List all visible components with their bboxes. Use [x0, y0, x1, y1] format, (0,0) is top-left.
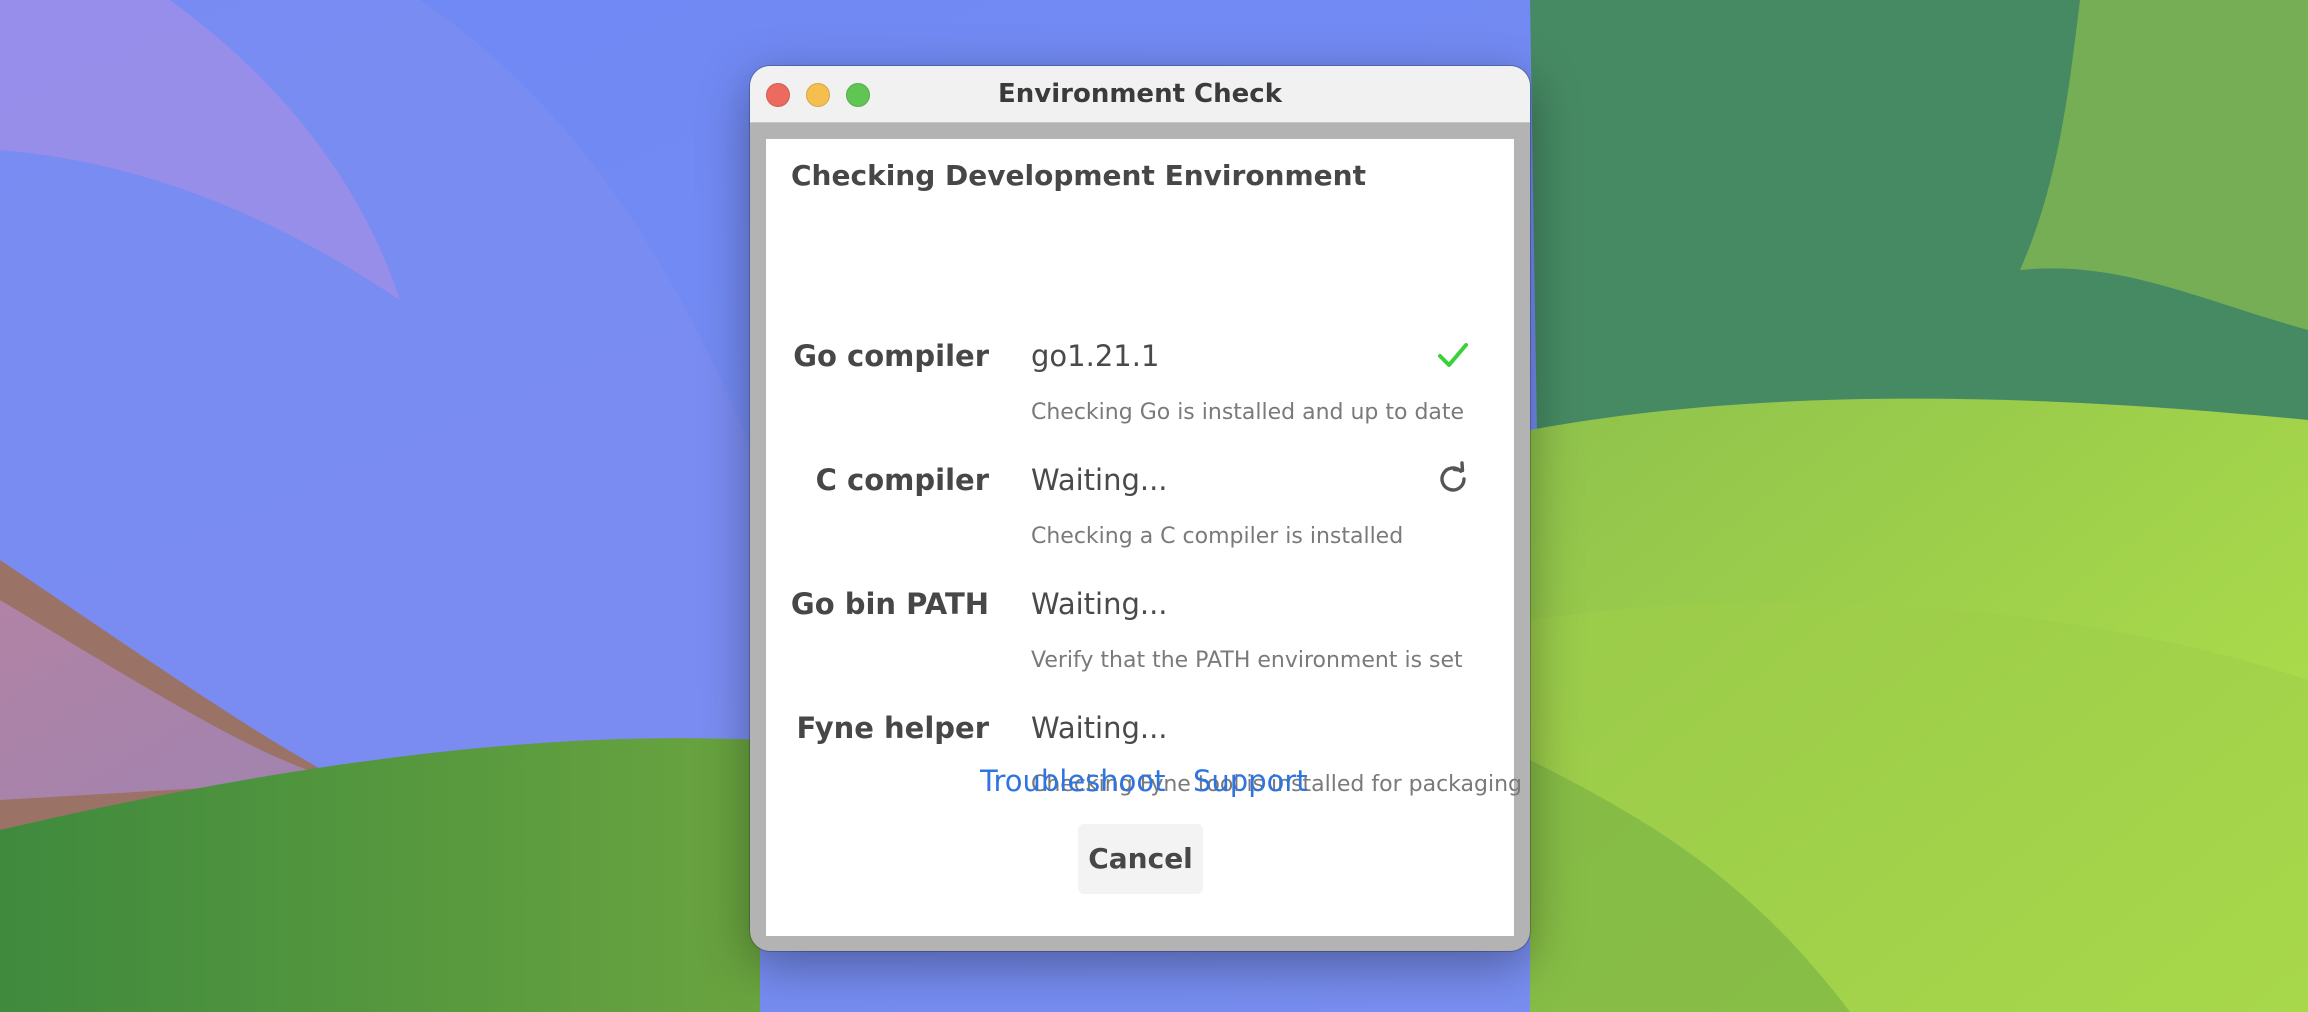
check-value-fyne-helper: Waiting...: [1031, 711, 1168, 745]
cancel-button[interactable]: Cancel: [1078, 824, 1203, 894]
support-link[interactable]: Support: [1193, 764, 1308, 798]
troubleshoot-link[interactable]: Troubleshoot: [980, 764, 1166, 798]
checkmark-icon: [1438, 343, 1468, 367]
check-label-c-compiler: C compiler: [815, 463, 989, 497]
check-description-c-compiler: Checking a C compiler is installed: [1031, 524, 1404, 549]
window-title: Environment Check: [998, 79, 1282, 109]
check-value-c-compiler: Waiting...: [1031, 463, 1168, 497]
check-description-go-bin-path: Verify that the PATH environment is set: [1031, 648, 1463, 673]
refresh-icon: [1440, 461, 1466, 492]
check-description-go-compiler: Checking Go is installed and up to date: [1031, 400, 1465, 425]
check-label-go-compiler: Go compiler: [793, 339, 989, 373]
environment-check-window: Environment Check Checking Development E…: [750, 66, 1530, 951]
check-value-go-compiler: go1.21.1: [1031, 339, 1160, 373]
check-label-fyne-helper: Fyne helper: [796, 711, 989, 745]
dialog-heading: Checking Development Environment: [791, 159, 1366, 192]
dialog-content: Checking Development Environment Go comp…: [766, 139, 1522, 936]
check-label-go-bin-path: Go bin PATH: [790, 587, 989, 621]
title-bar: Environment Check: [750, 66, 1530, 123]
check-value-go-bin-path: Waiting...: [1031, 587, 1168, 621]
